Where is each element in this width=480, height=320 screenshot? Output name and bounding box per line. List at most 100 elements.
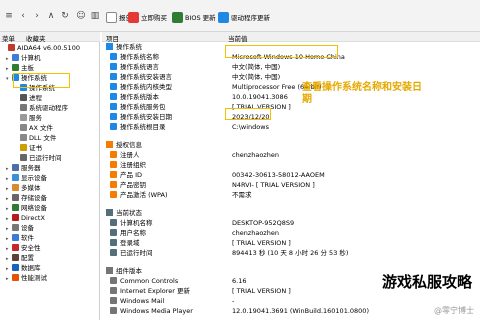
cart-icon	[128, 11, 139, 23]
tree-item[interactable]: ▸ 设备	[6, 224, 34, 233]
tree-item-label: AIDA64 v6.00.5100	[17, 44, 80, 52]
install-date-highlight	[225, 108, 271, 120]
tree-item[interactable]: ▸ DirectX	[6, 214, 45, 223]
tree-item[interactable]: AX 文件	[14, 124, 53, 133]
tree-item[interactable]: ▸ 配置	[6, 254, 34, 263]
row-value: 不需求	[232, 191, 252, 199]
tree-item[interactable]: ▸ 存储设备	[6, 194, 47, 203]
refresh-icon[interactable]: ↻	[60, 11, 70, 21]
data-row[interactable]: Windows Media Player 12.0.19041.3691 (Win…	[110, 307, 480, 316]
driver-update-label: 驱动程序更新	[231, 14, 270, 22]
tree-item[interactable]: ▸ 性能测试	[6, 274, 47, 283]
data-row[interactable]: 已运行时间 894413 秒 (10 天 8 小时 26 分 53 秒)	[110, 249, 480, 258]
data-row[interactable]: 登录域 [ TRIAL VERSION ]	[110, 239, 480, 248]
tree-item[interactable]: ▸ 数据库	[6, 264, 41, 273]
tree-item[interactable]: 已运行时间	[14, 154, 62, 163]
tree-item-icon	[20, 154, 27, 161]
data-row[interactable]: 操作系统安装语言 中文(简体, 中国)	[110, 73, 480, 82]
tree-item[interactable]: 进程	[14, 94, 42, 103]
tree-item[interactable]: ▸ 网络设备	[6, 204, 47, 213]
current-section-icon	[106, 209, 113, 216]
tree-item[interactable]: 服务	[14, 114, 42, 123]
row-icon	[110, 161, 117, 168]
tree-item-icon	[12, 184, 19, 191]
tree-item[interactable]: ▸ 多媒体	[6, 184, 41, 193]
tree-item-label: 显示设备	[21, 174, 47, 182]
data-row[interactable]: 操作系统服务包[ TRIAL VERSION ]	[110, 103, 480, 112]
back-icon[interactable]: ‹	[18, 11, 28, 21]
tree-item-icon	[20, 104, 27, 111]
row-value: 12.0.19041.3691 (WinBuild.160101.0800)	[232, 307, 369, 315]
data-row[interactable]: 操作系统语言 中文(简体, 中国)	[110, 63, 480, 72]
column-value[interactable]: 当前值	[228, 33, 248, 43]
row-label: 计算机名称	[120, 219, 153, 227]
tree-item-label: 安全性	[21, 244, 41, 252]
data-row[interactable]: 计算机名称 DESKTOP-952Q8S9	[110, 219, 480, 228]
data-row[interactable]: 注册组织	[110, 161, 480, 170]
data-row[interactable]: 产品激活 (WPA) 不需求	[110, 191, 480, 200]
section-components-label: 组件版本	[116, 267, 142, 275]
data-row[interactable]: 注册人 chenzhaozhen	[110, 151, 480, 160]
section-components: 组件版本	[106, 267, 142, 276]
row-label: 产品激活 (WPA)	[120, 191, 168, 199]
row-label: 操作系统服务包	[120, 103, 166, 111]
data-row[interactable]: 操作系统版本 10.0.19041.3086	[110, 93, 480, 102]
tree-item[interactable]: ▸ 计算机	[6, 54, 41, 63]
data-row[interactable]: 操作系统安装日期 2023/12/20	[110, 113, 480, 122]
data-row[interactable]: 用户名称 chenzhaozhen	[110, 229, 480, 238]
tree-item-label: 软件	[21, 234, 34, 242]
favorites-tab[interactable]: 收藏夹	[26, 33, 46, 43]
tree-item-label: 计算机	[21, 54, 41, 62]
column-item[interactable]: 项目	[106, 33, 119, 43]
menu-tab[interactable]: 菜单	[2, 33, 15, 43]
row-label: 登录域	[120, 239, 140, 247]
row-icon	[110, 151, 117, 158]
row-icon	[110, 53, 117, 60]
tree-item-icon	[12, 274, 19, 281]
data-row[interactable]: 操作系统根目录 C:\windows	[110, 123, 480, 132]
tree-item[interactable]: ▸ 主板	[6, 64, 34, 73]
row-value: C:\windows	[232, 123, 269, 131]
row-icon	[110, 73, 117, 80]
row-value: 中文(简体, 中国)	[232, 63, 281, 71]
forward-icon[interactable]: ›	[32, 11, 42, 21]
row-icon	[110, 123, 117, 130]
data-row[interactable]: 操作系统内核类型 Multiprocessor Free (64-bit)	[110, 83, 480, 92]
tree-item-label: 证书	[29, 144, 42, 152]
tree-item-label: AX 文件	[29, 124, 53, 132]
tree-item[interactable]: ▸ 安全性	[6, 244, 41, 253]
tree-item[interactable]: ▸ 软件	[6, 234, 34, 243]
tree-item-icon	[8, 44, 15, 51]
row-label: 操作系统语言	[120, 63, 159, 71]
row-label: Windows Media Player	[120, 307, 193, 315]
tree-item[interactable]: DLL 文件	[14, 134, 56, 143]
tree-item-label: 已运行时间	[29, 154, 62, 162]
chart-icon[interactable]: ▥	[90, 11, 100, 21]
section-current-label: 当前状态	[116, 209, 142, 217]
data-row[interactable]: 产品密钥 N4RVI- [ TRIAL VERSION ]	[110, 181, 480, 190]
buy-now-button[interactable]: 立即购买	[128, 10, 167, 24]
data-row[interactable]: Windows Mail -	[110, 297, 480, 306]
tree-item[interactable]: ▸ 显示设备	[6, 174, 47, 183]
tree-item[interactable]: 证书	[14, 144, 42, 153]
tree-item-icon	[12, 204, 19, 211]
bios-update-button[interactable]: BIOS 更新	[172, 10, 216, 24]
row-icon	[110, 297, 117, 304]
row-icon	[110, 229, 117, 236]
tree-item[interactable]: ▸ 服务器	[6, 164, 41, 173]
up-icon[interactable]: ∧	[46, 11, 56, 21]
tree-item-icon	[20, 94, 27, 101]
row-value: -	[232, 297, 235, 305]
row-label: 操作系统根目录	[120, 123, 166, 131]
menu-icon[interactable]: ≡	[4, 11, 14, 21]
data-row[interactable]: 产品 ID 00342-30613-58012-AAOEM	[110, 171, 480, 180]
row-icon	[110, 83, 117, 90]
driver-update-button[interactable]: 驱动程序更新	[218, 10, 270, 24]
row-value: [ TRIAL VERSION ]	[232, 239, 291, 247]
user-icon[interactable]: ☺	[76, 11, 86, 21]
tree-item[interactable]: 系统驱动程序	[14, 104, 68, 113]
tree-item-icon	[20, 144, 27, 151]
tree-item[interactable]: AIDA64 v6.00.5100	[2, 44, 80, 53]
tree-item-icon	[12, 244, 19, 251]
tree-item-icon	[12, 264, 19, 271]
